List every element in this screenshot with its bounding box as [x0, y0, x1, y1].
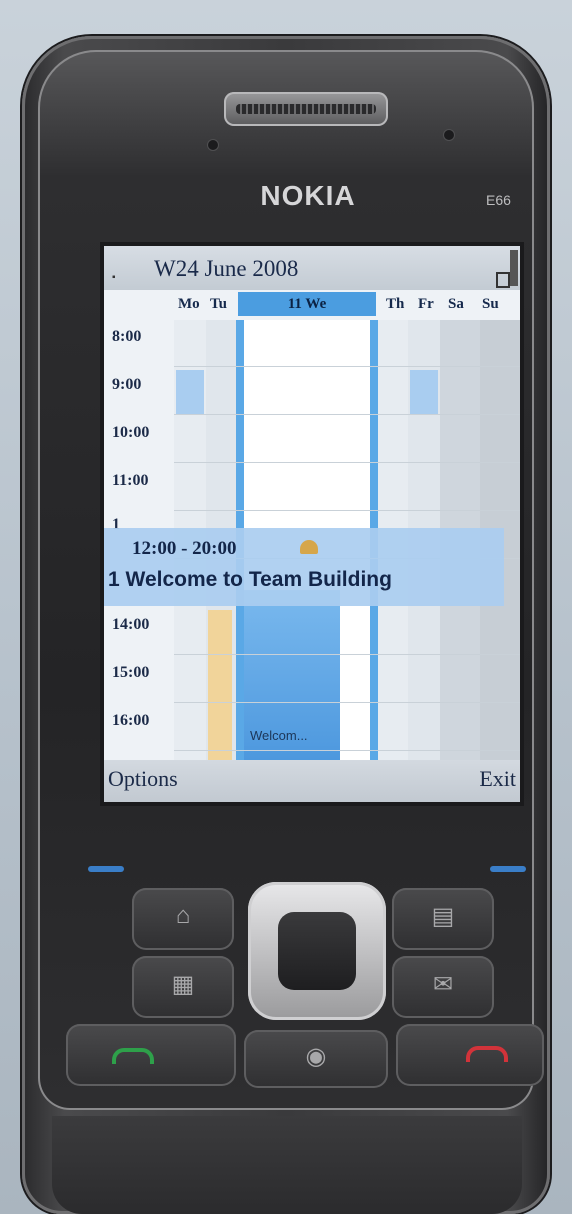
hour-line: [174, 510, 520, 511]
day-mo[interactable]: Mo: [178, 296, 200, 313]
signal-icon: [510, 250, 518, 286]
calendar-status-icon: ▪: [112, 272, 116, 283]
end-call-icon: [466, 1046, 508, 1062]
exit-softkey[interactable]: Exit: [479, 766, 516, 792]
phone-slider-base: [52, 1116, 522, 1214]
call-icon: [112, 1048, 154, 1064]
end-call-key[interactable]: [396, 1024, 544, 1086]
tu-event-bar[interactable]: [208, 610, 232, 760]
select-key[interactable]: [278, 912, 356, 990]
notes-key[interactable]: ▤: [392, 888, 494, 950]
home-key[interactable]: ⌂: [132, 888, 234, 950]
day-we-selected[interactable]: 11 We: [238, 292, 376, 316]
time-label: 15:00: [112, 664, 150, 681]
calendar-title: W24 June 2008: [154, 256, 299, 281]
hour-line: [174, 462, 520, 463]
event-time: 12:00 - 20:00: [132, 538, 237, 559]
row-fragment: 1: [108, 568, 120, 591]
time-label: 9:00: [112, 376, 142, 393]
mail-icon: ✉: [432, 971, 454, 998]
left-indicator-light: [88, 866, 124, 872]
battery-icon: [496, 272, 510, 288]
day-sa[interactable]: Sa: [448, 296, 464, 313]
earpiece: [224, 92, 388, 126]
event-title: 1 Welcome to Team Building: [108, 568, 392, 592]
time-label: 10:00: [112, 424, 150, 441]
time-label: 16:00: [112, 712, 150, 729]
notes-icon: ▤: [431, 903, 455, 930]
day-su[interactable]: Su: [482, 296, 499, 313]
proximity-sensor: [208, 140, 218, 150]
front-camera: [444, 130, 454, 140]
hour-line: [174, 654, 520, 655]
time-label: 8:00: [112, 328, 142, 345]
calendar-key[interactable]: ▦: [132, 956, 234, 1018]
earpiece-grill: [236, 104, 376, 114]
phone-faceplate: NOKIA E66 ▪ W24 June 2008 Mo Tu 11 We Th…: [38, 50, 544, 1110]
phone-body: NOKIA E66 ▪ W24 June 2008 Mo Tu 11 We Th…: [22, 36, 550, 1214]
event-popup[interactable]: 12:00 - 20:00 1 Welcome to Team Building: [104, 528, 504, 606]
time-label: 11:00: [112, 472, 149, 489]
calendar-icon: ▦: [171, 971, 195, 998]
navi-key[interactable]: [248, 882, 386, 1020]
hour-line: [174, 414, 520, 415]
hour-line: [174, 750, 520, 751]
event-short-label: Welcom...: [250, 728, 308, 743]
softkey-bar: Options Exit: [104, 760, 520, 802]
options-softkey[interactable]: Options: [108, 766, 178, 792]
event-title-text: Welcome to Team Building: [125, 568, 392, 591]
alarm-bell-icon: [300, 540, 318, 554]
fr-highlight: [410, 370, 438, 414]
day-tu[interactable]: Tu: [210, 296, 227, 313]
brand-logo: NOKIA: [260, 180, 356, 211]
hour-line: [174, 366, 520, 367]
day-fr[interactable]: Fr: [418, 296, 434, 313]
right-indicator-light: [490, 866, 526, 872]
day-th[interactable]: Th: [386, 296, 404, 313]
model-label: E66: [486, 192, 511, 208]
mo-highlight: [176, 370, 204, 414]
screen: ▪ W24 June 2008 Mo Tu 11 We Th Fr Sa Su: [104, 246, 520, 802]
day-header-row: Mo Tu 11 We Th Fr Sa Su: [104, 290, 520, 320]
speaker-icon: ◉: [305, 1043, 327, 1070]
home-icon: ⌂: [175, 902, 191, 929]
time-label: 14:00: [112, 616, 150, 633]
speaker-key[interactable]: ◉: [244, 1030, 388, 1088]
mail-key[interactable]: ✉: [392, 956, 494, 1018]
hour-line: [174, 702, 520, 703]
call-key[interactable]: [66, 1024, 236, 1086]
title-bar: ▪ W24 June 2008: [104, 246, 520, 290]
